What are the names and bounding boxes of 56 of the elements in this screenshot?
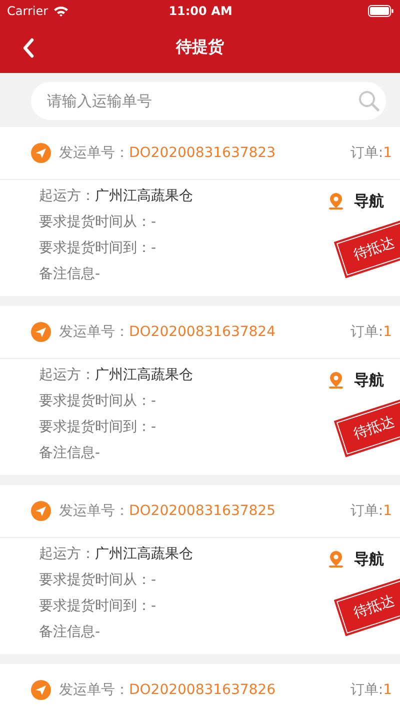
navigate-button[interactable]: 导航 [328, 544, 400, 576]
location-pin-icon [328, 550, 344, 570]
shipment-card[interactable]: 发运单号：DO20200831637825 订单:1 起运方：广州江高蔬果仓 要求提货时间从：- 要求提货时间到：- 备注信息- 导航 待抵达 [0, 485, 400, 654]
shipment-card[interactable]: 发运单号：DO20200831637823 订单:1 起运方：广州江高蔬果仓 要求提货时间从：- 要求提货时间到：- 备注信息- 导航 待抵达 [0, 127, 400, 296]
field-label: 起运方： [39, 367, 95, 383]
shipment-number-label: 发运单号： [59, 682, 129, 698]
shipment-number: DO20200831637823 [129, 145, 276, 161]
order-label: 订单: [350, 145, 384, 161]
status-stamp: 待抵达 [336, 401, 400, 455]
shipment-number: DO20200831637826 [129, 682, 276, 698]
order-label: 订单: [350, 503, 384, 519]
order-count: 1 [383, 324, 392, 340]
order-count: 1 [383, 503, 392, 519]
info-line: 备注信息- [39, 445, 100, 461]
page-title: 待提货 [174, 37, 225, 58]
info-line: 要求提货时间到：- [39, 240, 156, 256]
shipment-number-label: 发运单号： [59, 503, 129, 519]
shipment-number-label: 发运单号： [59, 324, 129, 340]
send-icon [31, 322, 51, 342]
info-line: 要求提货时间从：- [39, 393, 156, 409]
info-line: 备注信息- [39, 266, 100, 282]
send-icon [31, 501, 51, 521]
carrier-text: Carrier [7, 4, 48, 18]
wifi-icon [53, 5, 70, 17]
info-line: 要求提货时间到：- [39, 598, 156, 614]
send-icon [31, 143, 51, 163]
shipment-card[interactable]: 发运单号：DO20200831637826 订单:1 [0, 664, 400, 710]
shipment-number: DO20200831637824 [129, 324, 276, 340]
navigate-button[interactable]: 导航 [328, 365, 400, 397]
order-label: 订单: [350, 324, 384, 340]
field-value: 广州江高蔬果仓 [95, 188, 193, 204]
location-pin-icon [328, 192, 344, 212]
navigate-button[interactable]: 导航 [328, 186, 400, 218]
shipment-card[interactable]: 发运单号：DO20200831637824 订单:1 起运方：广州江高蔬果仓 要求提货时间从：- 要求提货时间到：- 备注信息- 导航 待抵达 [0, 306, 400, 475]
shipment-number: DO20200831637825 [129, 503, 276, 519]
search-field[interactable]: 请输入运输单号 [31, 82, 386, 120]
field-label: 起运方： [39, 546, 95, 562]
field-label: 起运方： [39, 188, 95, 204]
info-line: 要求提货时间到：- [39, 419, 156, 435]
field-value: 广州江高蔬果仓 [95, 367, 193, 383]
shipment-number-label: 发运单号： [59, 145, 129, 161]
info-line: 备注信息- [39, 624, 100, 640]
search-icon [358, 90, 380, 112]
back-icon [22, 38, 34, 58]
send-icon [31, 680, 51, 700]
field-value: 广州江高蔬果仓 [95, 546, 193, 562]
order-count: 1 [383, 145, 392, 161]
order-label: 订单: [350, 682, 384, 698]
status-stamp: 待抵达 [336, 222, 400, 276]
info-line: 要求提货时间从：- [39, 572, 156, 588]
clock-text: 11:00 AM [168, 4, 232, 18]
status-stamp: 待抵达 [336, 580, 400, 634]
location-pin-icon [328, 371, 344, 391]
order-count: 1 [383, 682, 392, 698]
battery-icon [368, 5, 394, 17]
info-line: 要求提货时间从：- [39, 214, 156, 230]
